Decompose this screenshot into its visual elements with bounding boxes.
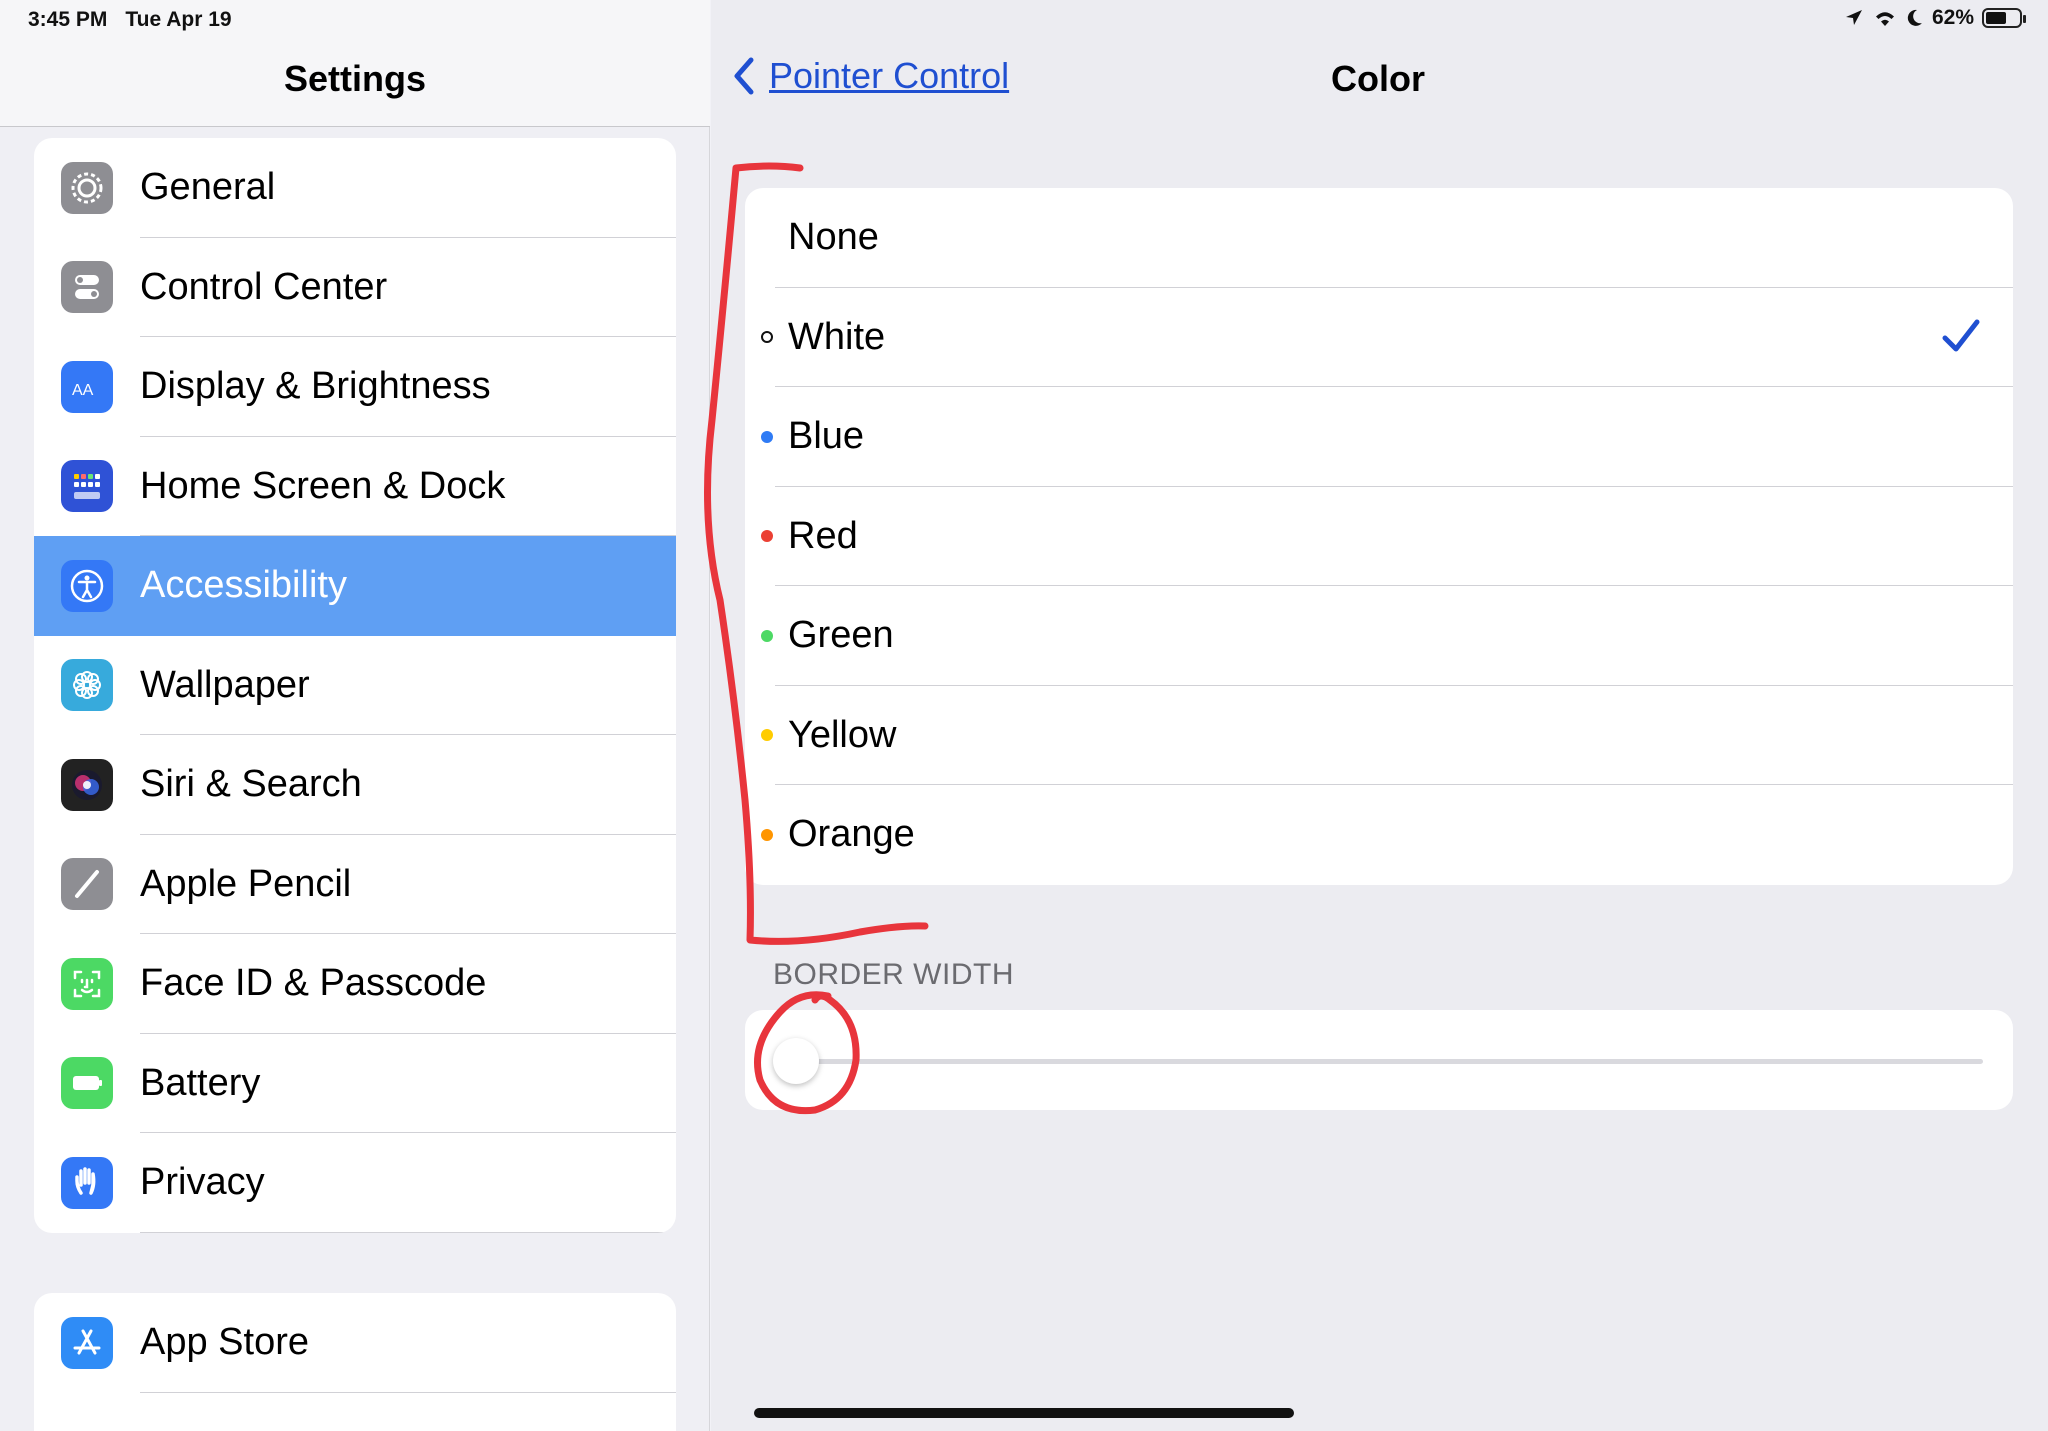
color-option-label: Orange [788,813,915,856]
status-date: Tue Apr 19 [125,8,232,31]
status-bar-left: 3:45 PM Tue Apr 19 [28,8,232,32]
color-option-white[interactable]: White [745,288,2013,387]
battery-status-icon [1982,8,2026,28]
status-time: 3:45 PM [28,8,108,31]
sidebar-item-label: Face ID & Passcode [140,962,487,1005]
color-option-green[interactable]: Green [745,586,2013,686]
color-option-label: Red [788,514,858,557]
text-size-icon: AA [61,360,113,413]
sidebar-item-label: App Store [140,1321,309,1364]
sidebar-item-label: Wallpaper [140,663,310,706]
settings-group-2: App Store [34,1293,676,1431]
app-store-icon [61,1316,113,1369]
chevron-left-icon [734,57,754,95]
color-option-yellow[interactable]: Yellow [745,686,2013,785]
home-indicator [754,1408,1294,1418]
sidebar-item-battery[interactable]: Battery [34,1034,676,1133]
location-icon [1845,10,1862,25]
sidebar-item-app-store[interactable]: App Store [34,1293,676,1393]
pencil-icon [61,858,113,911]
color-option-orange[interactable]: Orange [745,785,2013,885]
back-label: Pointer Control [769,55,1010,96]
toggles-icon [61,261,113,314]
battery-percent: 62% [1931,6,1974,29]
sidebar-item-siri-and-search[interactable]: Siri & Search [34,735,676,835]
color-option-red[interactable]: Red [745,487,2013,586]
page-title: Color [1331,58,1425,99]
sidebar-item-face-id-and-passcode[interactable]: Face ID & Passcode [34,934,676,1034]
slider-knob[interactable] [773,1038,819,1084]
sidebar-item-label: Display & Brightness [140,365,491,408]
sidebar-item-privacy[interactable]: Privacy [34,1133,676,1233]
sidebar-item-apple-pencil[interactable]: Apple Pencil [34,835,676,934]
sidebar-item-label: Accessibility [140,564,347,607]
sidebar-item-label: Home Screen & Dock [140,464,506,507]
wifi-icon [1875,12,1894,26]
moon-icon [1907,9,1922,26]
accessibility-icon [61,559,113,612]
settings-group-1: General Control Center AA Display & Brightn… [34,138,676,1233]
sidebar-item-label: Privacy [140,1161,265,1204]
color-option-label: Yellow [788,713,897,756]
status-bar-right: 62% [1844,6,2026,30]
app-grid-icon [61,460,113,513]
color-swatch-dot [761,530,773,543]
sidebar-item-control-center[interactable]: Control Center [34,238,676,337]
color-option-blue[interactable]: Blue [745,387,2013,487]
color-swatch-dot [761,331,773,344]
sidebar-item-accessibility[interactable]: Accessibility [34,536,676,636]
settings-sidebar: 3:45 PM Tue Apr 19 Settings General Contro… [0,0,710,1431]
color-option-label: Green [788,614,894,657]
svg-text:AA: AA [72,382,94,399]
border-width-slider[interactable] [745,1010,2013,1110]
detail-pane: 62% Pointer Control Color None White Blue R… [711,0,2048,1431]
face-id-icon [61,957,113,1010]
sidebar-item-label: Apple Pencil [140,862,352,905]
color-option-label: None [788,216,879,259]
row-separator [140,1231,676,1233]
battery-icon [61,1057,113,1110]
sidebar-item-general[interactable]: General [34,138,676,238]
slider-track[interactable] [795,1059,1983,1064]
color-swatch-dot [761,629,773,642]
color-option-label: White [788,315,886,358]
gear-icon [61,161,113,214]
back-button[interactable]: Pointer Control [731,55,1009,97]
sidebar-item-wallpaper[interactable]: Wallpaper [34,636,676,735]
sidebar-item-label: General [140,166,276,209]
hand-icon [61,1156,113,1209]
border-width-label: BORDER WIDTH [773,958,1014,991]
sidebar-item-home-screen-and-dock[interactable]: Home Screen & Dock [34,437,676,536]
color-option-label: Blue [788,415,865,458]
row-separator [140,1391,676,1393]
checkmark-icon [1939,314,1983,363]
color-swatch-dot [761,430,773,443]
sidebar-item-label: Siri & Search [140,763,362,806]
color-swatch-dot [761,828,773,841]
siri-icon [61,758,113,811]
sidebar-item-label: Battery [140,1061,261,1104]
color-option-none[interactable]: None [745,188,2013,288]
color-options-list: None White Blue Red Green Yellow Orange [745,188,2013,885]
flower-icon [61,659,113,712]
sidebar-title: Settings [283,58,426,99]
sidebar-item-display-and-brightness[interactable]: AA Display & Brightness [34,337,676,437]
color-swatch-dot [761,729,773,742]
sidebar-item-label: Control Center [140,265,388,308]
